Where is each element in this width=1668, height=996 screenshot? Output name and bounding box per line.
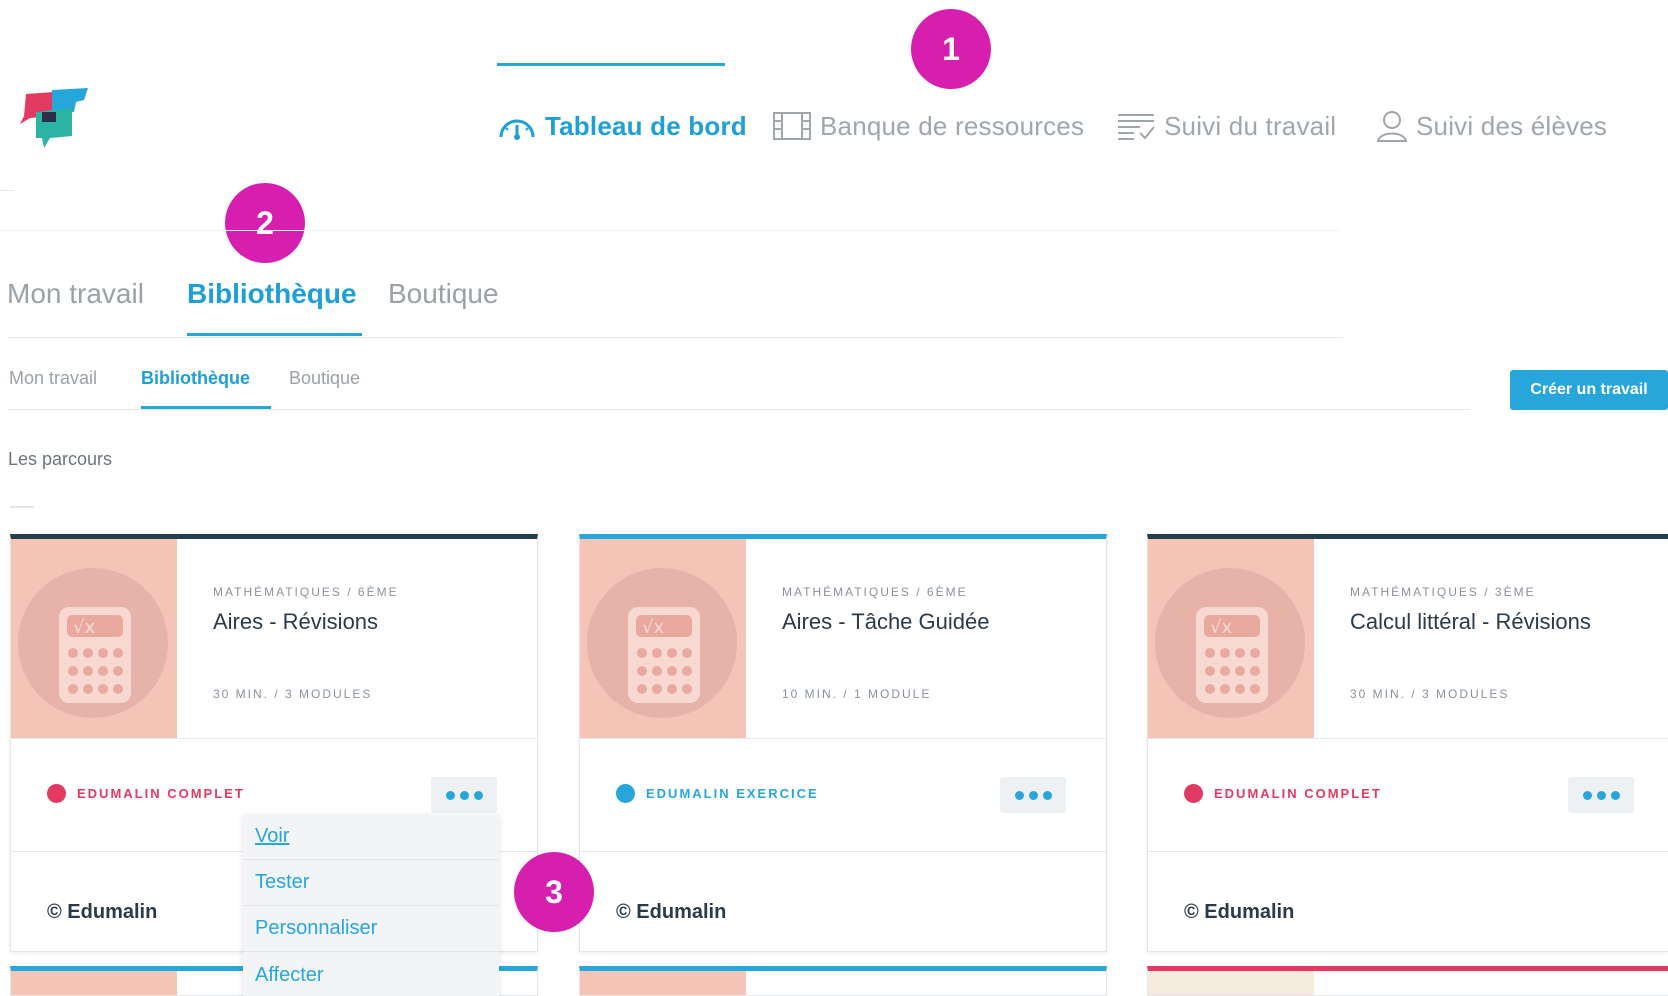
card-divider xyxy=(1148,738,1668,739)
dot xyxy=(473,790,483,800)
nav-banque-de-ressources[interactable]: Banque de ressources xyxy=(772,106,1084,146)
tab-mon-travail-large[interactable]: Mon travail xyxy=(7,278,144,310)
card-divider xyxy=(580,851,1106,852)
course-card-next[interactable] xyxy=(579,966,1107,996)
card-duration: 10 MIN. / 1 MODULE xyxy=(782,687,932,701)
card-title[interactable]: Aires - Révisions xyxy=(213,609,378,635)
menu-item-personnaliser[interactable]: Personnaliser xyxy=(243,906,499,952)
course-card[interactable]: √x MATHÉMATIQUES / 6ÈME Aires - Tâche Gu… xyxy=(579,534,1107,952)
svg-text:√x: √x xyxy=(73,617,95,638)
card-status: EDUMALIN COMPLET xyxy=(77,786,245,801)
callout-badge-1: 1 xyxy=(911,9,991,89)
user-icon xyxy=(1376,111,1408,142)
calculator-icon: √x xyxy=(1196,607,1268,703)
dot xyxy=(1028,790,1038,800)
card-divider xyxy=(11,738,537,739)
menu-item-affecter[interactable]: Affecter xyxy=(243,952,499,996)
card-author: © Edumalin xyxy=(1184,901,1295,923)
status-dot-icon xyxy=(616,784,635,803)
dot xyxy=(1042,790,1052,800)
divider xyxy=(0,230,1340,231)
dashboard-gauge-icon xyxy=(499,119,535,140)
app-logo[interactable] xyxy=(16,86,92,152)
dot xyxy=(1014,790,1024,800)
tab-boutique-large[interactable]: Boutique xyxy=(388,278,499,310)
nav-label: Tableau de bord xyxy=(545,110,747,141)
card-thumbnail xyxy=(580,971,746,995)
callout-badge-3: 3 xyxy=(514,852,594,932)
section-dash xyxy=(10,506,34,508)
card-subject: MATHÉMATIQUES / 6ÈME xyxy=(213,585,399,599)
top-nav-active-indicator xyxy=(497,63,725,66)
card-title[interactable]: Aires - Tâche Guidée xyxy=(782,609,989,635)
card-thumbnail xyxy=(11,971,177,995)
card-divider xyxy=(580,738,1106,739)
more-options-button[interactable] xyxy=(1000,777,1066,813)
list-check-icon xyxy=(1118,114,1155,140)
nav-label: Banque de ressources xyxy=(820,110,1085,141)
dot xyxy=(459,790,469,800)
dot xyxy=(1596,790,1606,800)
nav-suivi-du-travail[interactable]: Suivi du travail xyxy=(1116,106,1336,146)
film-grid-icon xyxy=(773,112,811,140)
card-author: © Edumalin xyxy=(47,901,158,923)
speech-bubbles-logo-icon xyxy=(20,88,88,148)
card-thumbnail: √x xyxy=(580,539,746,738)
calculator-icon: √x xyxy=(59,607,131,703)
active-tab-underline xyxy=(187,333,362,336)
nav-label: Suivi du travail xyxy=(1164,110,1337,141)
card-options-menu: Voir Tester Personnaliser Affecter xyxy=(243,814,499,996)
card-thumbnail xyxy=(1148,971,1314,995)
svg-text:√x: √x xyxy=(1210,617,1232,638)
active-small-tab-underline xyxy=(141,406,271,409)
dot xyxy=(445,790,455,800)
card-thumbnail: √x xyxy=(11,539,177,738)
tabs-baseline xyxy=(7,337,1343,338)
menu-item-tester[interactable]: Tester xyxy=(243,860,499,906)
tab-bibliotheque[interactable]: Bibliothèque xyxy=(141,368,250,389)
nav-tableau-de-bord[interactable]: Tableau de bord xyxy=(497,106,747,146)
card-thumbnail: √x xyxy=(1148,539,1314,738)
nav-suivi-des-eleves[interactable]: Suivi des élèves xyxy=(1376,106,1607,146)
more-options-button[interactable] xyxy=(431,777,497,813)
dot xyxy=(1610,790,1620,800)
course-card[interactable]: √x MATHÉMATIQUES / 3ÈME Calcul littéral … xyxy=(1147,534,1668,952)
menu-item-voir[interactable]: Voir xyxy=(243,814,499,860)
card-status: EDUMALIN EXERCICE xyxy=(646,786,819,801)
tab-mon-travail[interactable]: Mon travail xyxy=(9,368,97,389)
tab-bibliotheque-large[interactable]: Bibliothèque xyxy=(187,278,357,310)
status-dot-icon xyxy=(1184,784,1203,803)
card-title[interactable]: Calcul littéral - Révisions xyxy=(1350,609,1591,635)
card-subject: MATHÉMATIQUES / 6ÈME xyxy=(782,585,968,599)
card-author: © Edumalin xyxy=(616,901,727,923)
calculator-icon: √x xyxy=(628,607,700,703)
section-title: Les parcours xyxy=(8,449,113,469)
card-divider xyxy=(1148,851,1668,852)
dot xyxy=(1582,790,1592,800)
card-duration: 30 MIN. / 3 MODULES xyxy=(1350,687,1510,701)
card-subject: MATHÉMATIQUES / 3ÈME xyxy=(1350,585,1536,599)
small-tabs-baseline xyxy=(8,409,1470,410)
status-dot-icon xyxy=(47,784,66,803)
nav-label: Suivi des élèves xyxy=(1416,110,1608,141)
tab-boutique[interactable]: Boutique xyxy=(289,368,360,389)
more-options-button[interactable] xyxy=(1568,777,1634,813)
svg-text:√x: √x xyxy=(642,617,664,638)
divider xyxy=(0,190,14,191)
create-work-button[interactable]: Créer un travail xyxy=(1510,370,1668,410)
course-card-next[interactable] xyxy=(1147,966,1668,996)
card-status: EDUMALIN COMPLET xyxy=(1214,786,1382,801)
callout-badge-2: 2 xyxy=(225,183,305,263)
card-duration: 30 MIN. / 3 MODULES xyxy=(213,687,373,701)
